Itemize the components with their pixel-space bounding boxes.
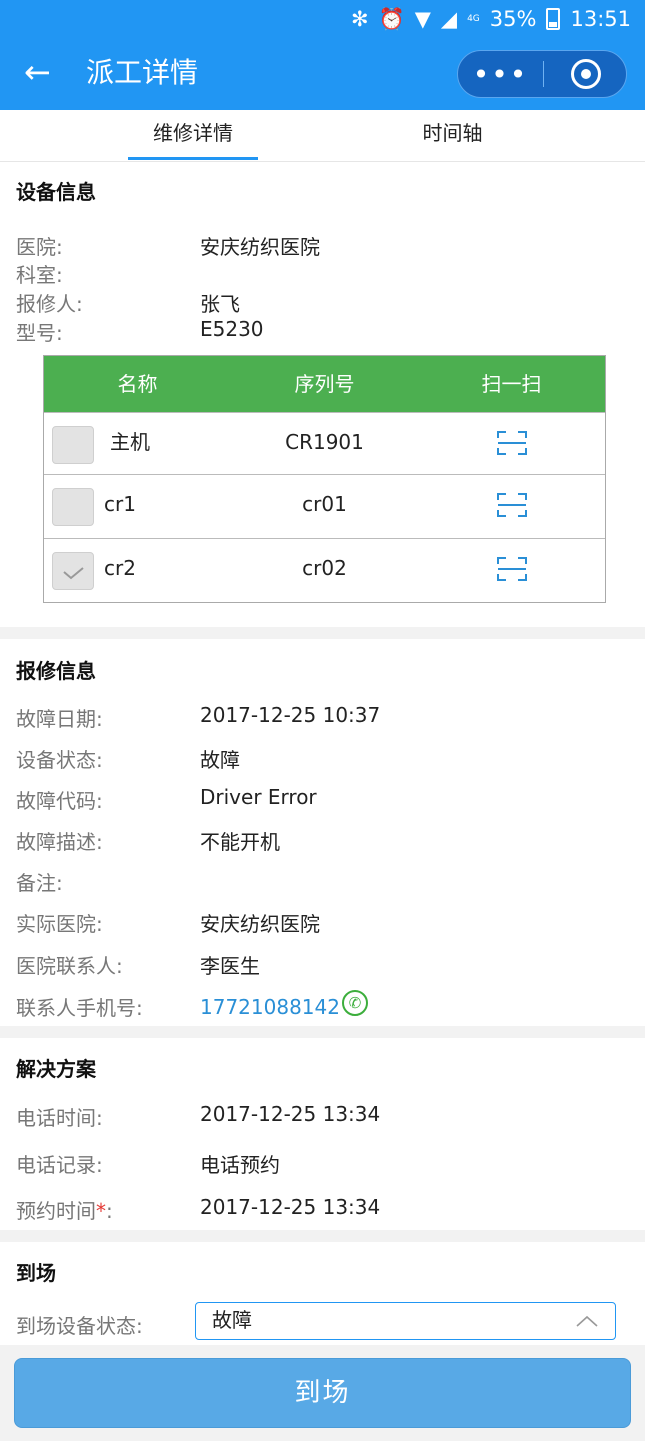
appointment-time-value[interactable]: 2017-12-25 13:34 (200, 1195, 380, 1219)
fault-description-value: 不能开机 (200, 830, 280, 854)
section-divider (0, 1230, 645, 1242)
solution-title: 解决方案 (16, 1057, 96, 1081)
table-row: cr1 cr01 (44, 474, 605, 538)
row-checkbox[interactable] (52, 426, 94, 464)
reporter-label: 报修人: (16, 292, 83, 316)
reporter-value: 张飞 (200, 292, 240, 316)
arrival-title: 到场 (16, 1261, 56, 1285)
tab-timeline[interactable]: 时间轴 (385, 110, 520, 162)
network-type-icon: 4G (467, 14, 480, 24)
device-name: 主机 (110, 430, 150, 454)
battery-icon (546, 8, 561, 30)
row-checkbox-checked[interactable] (52, 552, 94, 590)
section-divider (0, 627, 645, 639)
close-button[interactable] (544, 51, 628, 97)
fault-description-label: 故障描述: (16, 830, 103, 854)
device-info-title: 设备信息 (16, 180, 96, 204)
chevron-up-icon (576, 1315, 598, 1327)
device-serial: CR1901 (285, 430, 364, 454)
bluetooth-icon: ✻ (351, 6, 369, 31)
column-header-name: 名称 (117, 372, 158, 396)
phone-call-icon[interactable]: ✆ (341, 990, 368, 1016)
contact-phone-label: 联系人手机号: (16, 996, 143, 1020)
tab-repair-details[interactable]: 维修详情 (128, 110, 258, 162)
arrive-button[interactable]: 到场 (14, 1358, 631, 1428)
repair-info-title: 报修信息 (16, 659, 96, 683)
appointment-time-label: 预约时间*: (16, 1199, 113, 1223)
required-mark: * (96, 1199, 106, 1223)
remarks-label: 备注: (16, 871, 63, 895)
fault-code-label: 故障代码: (16, 789, 103, 813)
column-header-serial: 序列号 (294, 372, 355, 396)
target-icon (571, 59, 601, 89)
hospital-label: 医院: (16, 235, 63, 259)
tab-bar: 维修详情 时间轴 (0, 110, 645, 162)
device-table: 名称 序列号 扫一扫 主机 CR1901 cr1 cr01 cr2 cr02 (43, 355, 606, 603)
scan-icon[interactable] (496, 429, 528, 457)
call-record-value: 电话预约 (200, 1153, 280, 1177)
signal-icon: ◢ (440, 6, 458, 31)
call-time-label: 电话时间: (16, 1106, 103, 1130)
scan-icon[interactable] (496, 491, 528, 519)
model-label: 型号: (16, 321, 63, 345)
hospital-contact-label: 医院联系人: (16, 954, 123, 978)
device-name: cr2 (104, 556, 136, 580)
device-name: cr1 (104, 492, 136, 516)
device-table-header: 名称 序列号 扫一扫 (44, 356, 605, 412)
mini-program-capsule: ••• (457, 50, 627, 98)
more-menu-button[interactable]: ••• (458, 51, 543, 97)
alarm-icon: ⏰ (378, 6, 405, 31)
call-record-label: 电话记录: (16, 1153, 103, 1177)
row-checkbox[interactable] (52, 488, 94, 526)
battery-percent: 35% (489, 7, 537, 31)
page-title: 派工详情 (86, 56, 199, 89)
device-status-label: 设备状态: (16, 748, 103, 772)
department-label: 科室: (16, 263, 63, 287)
contact-phone-link[interactable]: 17721088142 (200, 995, 340, 1019)
table-row: cr2 cr02 (44, 538, 605, 602)
actual-hospital-label: 实际医院: (16, 912, 103, 936)
arrival-status-label: 到场设备状态: (16, 1314, 143, 1338)
arrival-status-select[interactable]: 故障 (195, 1302, 616, 1340)
back-arrow-icon[interactable]: ← (24, 52, 51, 92)
device-serial: cr02 (302, 556, 347, 580)
clock: 13:51 (570, 7, 631, 31)
wifi-icon: ▼ (414, 6, 431, 31)
call-time-value: 2017-12-25 13:34 (200, 1102, 381, 1126)
model-value: E5230 (200, 317, 264, 341)
device-serial: cr01 (302, 492, 347, 516)
status-bar: ✻ ⏰ ▼ ◢ 4G 35% 13:51 (351, 4, 631, 34)
arrival-status-value: 故障 (212, 1308, 252, 1332)
contact-phone-row: 17721088142 ✆ (200, 990, 368, 1019)
table-row: 主机 CR1901 (44, 412, 605, 476)
device-status-value: 故障 (200, 748, 240, 772)
app-header: ✻ ⏰ ▼ ◢ 4G 35% 13:51 ← 派工详情 ••• (0, 0, 645, 110)
column-header-scan: 扫一扫 (481, 372, 542, 396)
section-divider (0, 1026, 645, 1038)
fault-date-label: 故障日期: (16, 707, 103, 731)
hospital-value: 安庆纺织医院 (200, 235, 320, 259)
actual-hospital-value: 安庆纺织医院 (200, 912, 320, 936)
checkmark-icon (63, 567, 84, 580)
scan-icon[interactable] (496, 555, 528, 583)
hospital-contact-value: 李医生 (200, 954, 260, 978)
title-bar: ← 派工详情 ••• (0, 42, 645, 106)
fault-code-value: Driver Error (200, 785, 317, 809)
fault-date-value: 2017-12-25 10:37 (200, 703, 381, 727)
